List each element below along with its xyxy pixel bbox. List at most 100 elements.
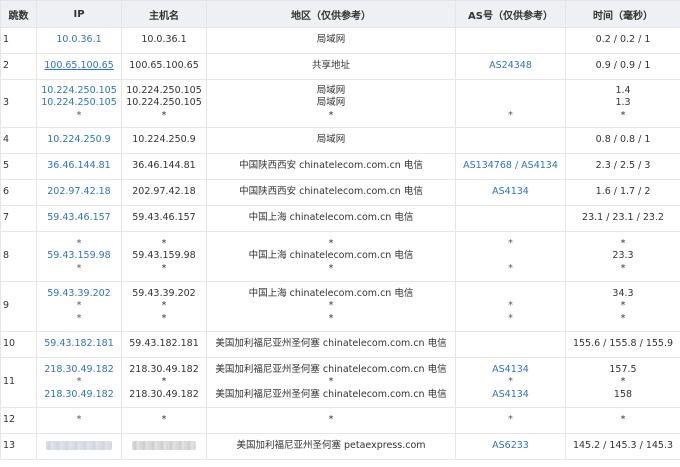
geo-text: 中国上海 chinatelecom.com.cn 电信	[248, 212, 414, 224]
geo-text: *	[328, 414, 334, 426]
table-row: 6 202.97.42.18 202.97.42.18 中国陕西西安 chinatel…	[0, 179, 680, 206]
as-cell: AS6233	[455, 433, 566, 460]
hostname-text: 59.43.182.181	[129, 338, 199, 350]
time-text: 23.3	[612, 250, 634, 262]
hostname-text: 59.43.46.157	[132, 212, 196, 224]
geo-text: 共享地址	[311, 60, 350, 72]
time-cell: 0.9 / 0.9 / 1	[565, 53, 680, 80]
redacted-ip	[39, 440, 119, 453]
hop-number: 7	[0, 205, 37, 232]
as-cell: AS4134 * AS4134	[455, 357, 566, 408]
hostname-cell	[121, 433, 207, 460]
hostname-text: 59.43.159.98	[132, 250, 196, 262]
time-text: 1.4	[615, 84, 631, 96]
geo-cell: 中国陕西西安 chinatelecom.com.cn 电信	[206, 179, 456, 206]
hostname-cell: 10.224.250.9	[121, 127, 207, 154]
hostname-cell: 10.0.36.1	[121, 27, 207, 54]
as-cell	[455, 331, 566, 358]
geo-text: 美国加利福尼亚州圣何塞 petaexpress.com	[236, 440, 426, 452]
hostname-text: 10.0.36.1	[141, 34, 187, 46]
time-text: 34.3	[612, 287, 634, 299]
as-text: *	[508, 376, 513, 388]
geo-cell: 中国上海 chinatelecom.com.cn 电信	[206, 205, 456, 232]
ip-link[interactable]: 59.43.159.98	[39, 250, 119, 263]
ip-link[interactable]: 10.224.250.105	[39, 85, 119, 98]
ip-link[interactable]: 59.43.39.202	[39, 288, 119, 301]
as-cell: AS24348	[455, 53, 566, 80]
table-row: 1 10.0.36.1 10.0.36.1 局域网 0.2 / 0.2 / 1	[0, 27, 680, 54]
ip-link[interactable]: 100.65.100.65	[39, 60, 119, 73]
geo-text: *	[328, 109, 334, 121]
ip-text: *	[76, 300, 82, 312]
geo-cell: 中国陕西西安 chinatelecom.com.cn 电信	[206, 153, 456, 180]
as-link[interactable]: AS4134	[458, 364, 563, 377]
geo-text: *	[328, 237, 334, 249]
hostname-cell: 59.43.39.202 * *	[121, 281, 207, 332]
hostname-text: *	[161, 237, 167, 249]
ip-link[interactable]: 10.0.36.1	[39, 34, 119, 47]
ip-link[interactable]: 59.43.182.181	[39, 338, 119, 351]
ip-link[interactable]: 202.97.42.18	[39, 186, 119, 199]
time-cell: 2.3 / 2.5 / 3	[565, 153, 680, 180]
ip-cell: 100.65.100.65	[36, 53, 122, 80]
geo-cell: *	[206, 407, 456, 434]
time-cell: 23.1 / 23.1 / 23.2	[565, 205, 680, 232]
ip-cell	[36, 433, 122, 460]
hostname-cell: * 59.43.159.98 *	[121, 231, 207, 282]
as-cell: *	[455, 407, 566, 434]
ip-link[interactable]: 218.30.49.182	[39, 389, 119, 402]
as-link[interactable]: AS24348	[458, 60, 563, 73]
hop-number: 2	[0, 53, 37, 80]
ip-cell: 10.224.250.105 10.224.250.105 *	[36, 79, 122, 128]
header-time: 时间（毫秒）	[565, 0, 680, 28]
time-text: *	[620, 414, 626, 426]
as-link[interactable]: AS4134	[458, 186, 563, 199]
geo-cell: 美国加利福尼亚州圣何塞 petaexpress.com	[206, 433, 456, 460]
hostname-cell: 202.97.42.18	[121, 179, 207, 206]
time-text: 155.6 / 155.8 / 155.9	[572, 338, 674, 350]
time-text: *	[620, 300, 626, 312]
hostname-cell: *	[121, 407, 207, 434]
time-text: 145.2 / 145.3 / 145.3	[572, 440, 674, 452]
geo-text: 局域网	[316, 84, 346, 96]
geo-text: 中国上海 chinatelecom.com.cn 电信	[248, 250, 414, 262]
ip-cell: *	[36, 407, 122, 434]
hostname-text: 10.224.250.105	[126, 97, 202, 109]
ip-link[interactable]: 218.30.49.182	[39, 364, 119, 377]
time-cell: * 23.3 *	[565, 231, 680, 282]
as-link[interactable]: AS4134	[458, 389, 563, 402]
hop-number: 12	[0, 407, 37, 434]
geo-text: 局域网	[316, 34, 346, 46]
as-cell	[455, 205, 566, 232]
ip-cell: 36.46.144.81	[36, 153, 122, 180]
as-link[interactable]: AS134768 / AS4134	[458, 160, 563, 173]
time-text: 1.6 / 1.7 / 2	[595, 186, 651, 198]
geo-text: *	[328, 262, 334, 274]
table-row: 10 59.43.182.181 59.43.182.181 美国加利福尼亚州圣何塞 …	[0, 331, 680, 358]
time-text: *	[620, 237, 626, 249]
ip-link[interactable]: 10.224.250.9	[39, 134, 119, 147]
hostname-text: 100.65.100.65	[129, 60, 199, 72]
time-text: *	[620, 262, 626, 274]
hop-number: 13	[0, 433, 37, 460]
header-ip: IP	[36, 0, 122, 28]
as-text	[458, 97, 563, 110]
hostname-text: *	[161, 376, 167, 388]
ip-link[interactable]: 59.43.46.157	[39, 212, 119, 225]
time-cell: 145.2 / 145.3 / 145.3	[565, 433, 680, 460]
header-hop: 跳数	[0, 0, 37, 28]
time-cell: 0.8 / 0.8 / 1	[565, 127, 680, 154]
ip-link[interactable]: 36.46.144.81	[39, 160, 119, 173]
time-cell: 0.2 / 0.2 / 1	[565, 27, 680, 54]
header-as: AS号（仅供参考）	[455, 0, 566, 28]
hostname-cell: 10.224.250.105 10.224.250.105 *	[121, 79, 207, 128]
geo-text: 美国加利福尼亚州圣何塞 chinatelecom.com.cn 电信	[215, 363, 447, 375]
hostname-text: *	[161, 109, 167, 121]
as-link[interactable]: AS6233	[458, 440, 563, 453]
geo-text: 中国上海 chinatelecom.com.cn 电信	[248, 287, 414, 299]
time-text: 23.1 / 23.1 / 23.2	[582, 212, 664, 224]
ip-cell: 218.30.49.182 * 218.30.49.182	[36, 357, 122, 408]
ip-link[interactable]: 10.224.250.105	[39, 97, 119, 110]
hop-number: 6	[0, 179, 37, 206]
header-host: 主机名	[121, 0, 207, 28]
